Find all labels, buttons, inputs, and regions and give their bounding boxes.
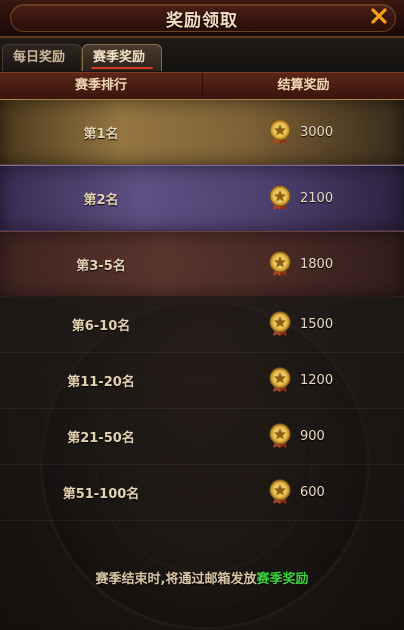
rank-label: 第2名: [83, 193, 119, 208]
table-row: 第11-20名 1200: [0, 353, 404, 409]
table-row: 第51-100名 600: [0, 465, 404, 521]
reward-cell: 1200: [268, 367, 333, 393]
table-row: 第1名 3000: [0, 99, 404, 165]
tab-bar: 每日奖励 赛季奖励: [0, 38, 404, 73]
star-medal-icon: [269, 119, 291, 144]
star-medal-icon: [269, 185, 291, 210]
rank-label: 第3-5名: [76, 259, 126, 274]
reward-amount: 1500: [300, 316, 334, 332]
rank-label: 第11-20名: [67, 375, 135, 390]
tab-season-label: 赛季奖励: [93, 50, 146, 65]
footer-highlight: 赛季奖励: [256, 572, 309, 587]
footer-notice: 赛季结束时,将通过邮箱发放赛季奖励: [0, 568, 404, 587]
reward-cell: 1800: [268, 251, 333, 277]
table-header: 赛季排行 结算奖励: [0, 72, 404, 100]
tab-daily-reward[interactable]: 每日奖励: [2, 44, 82, 71]
star-medal-icon: [269, 423, 291, 448]
close-icon: [371, 8, 387, 24]
reward-amount: 1800: [300, 256, 334, 272]
reward-cell: 900: [268, 423, 325, 449]
header-rank: 赛季排行: [0, 73, 203, 99]
reward-cell: 1500: [268, 311, 333, 337]
rank-label: 第6-10名: [71, 319, 131, 334]
rank-label: 第51-100名: [62, 487, 140, 502]
window-title: 奖励领取: [166, 11, 238, 31]
active-tab-indicator: [91, 67, 153, 69]
close-button[interactable]: [368, 5, 390, 27]
reward-amount: 1200: [300, 372, 334, 388]
rank-label: 第21-50名: [67, 431, 135, 446]
reward-amount: 600: [300, 484, 325, 500]
star-medal-icon: [269, 479, 291, 504]
reward-amount: 900: [300, 428, 325, 444]
tab-season-reward[interactable]: 赛季奖励: [82, 44, 162, 71]
reward-cell: 3000: [268, 119, 333, 145]
reward-amount: 3000: [300, 124, 334, 140]
table-row: 第2名 2100: [0, 165, 404, 231]
rank-label: 第1名: [83, 127, 119, 142]
star-medal-icon: [269, 367, 291, 392]
footer-text: 赛季结束时,将通过邮箱发放: [95, 572, 257, 587]
table-row: 第3-5名 1800: [0, 231, 404, 297]
star-medal-icon: [269, 311, 291, 336]
title-bar: 奖励领取: [0, 0, 404, 38]
reward-cell: 600: [268, 479, 325, 505]
table-row: 第6-10名 1500: [0, 297, 404, 353]
reward-amount: 2100: [300, 190, 334, 206]
reward-cell: 2100: [268, 185, 333, 211]
table-row: 第21-50名 900: [0, 409, 404, 465]
header-reward: 结算奖励: [277, 78, 330, 93]
star-medal-icon: [269, 251, 291, 276]
